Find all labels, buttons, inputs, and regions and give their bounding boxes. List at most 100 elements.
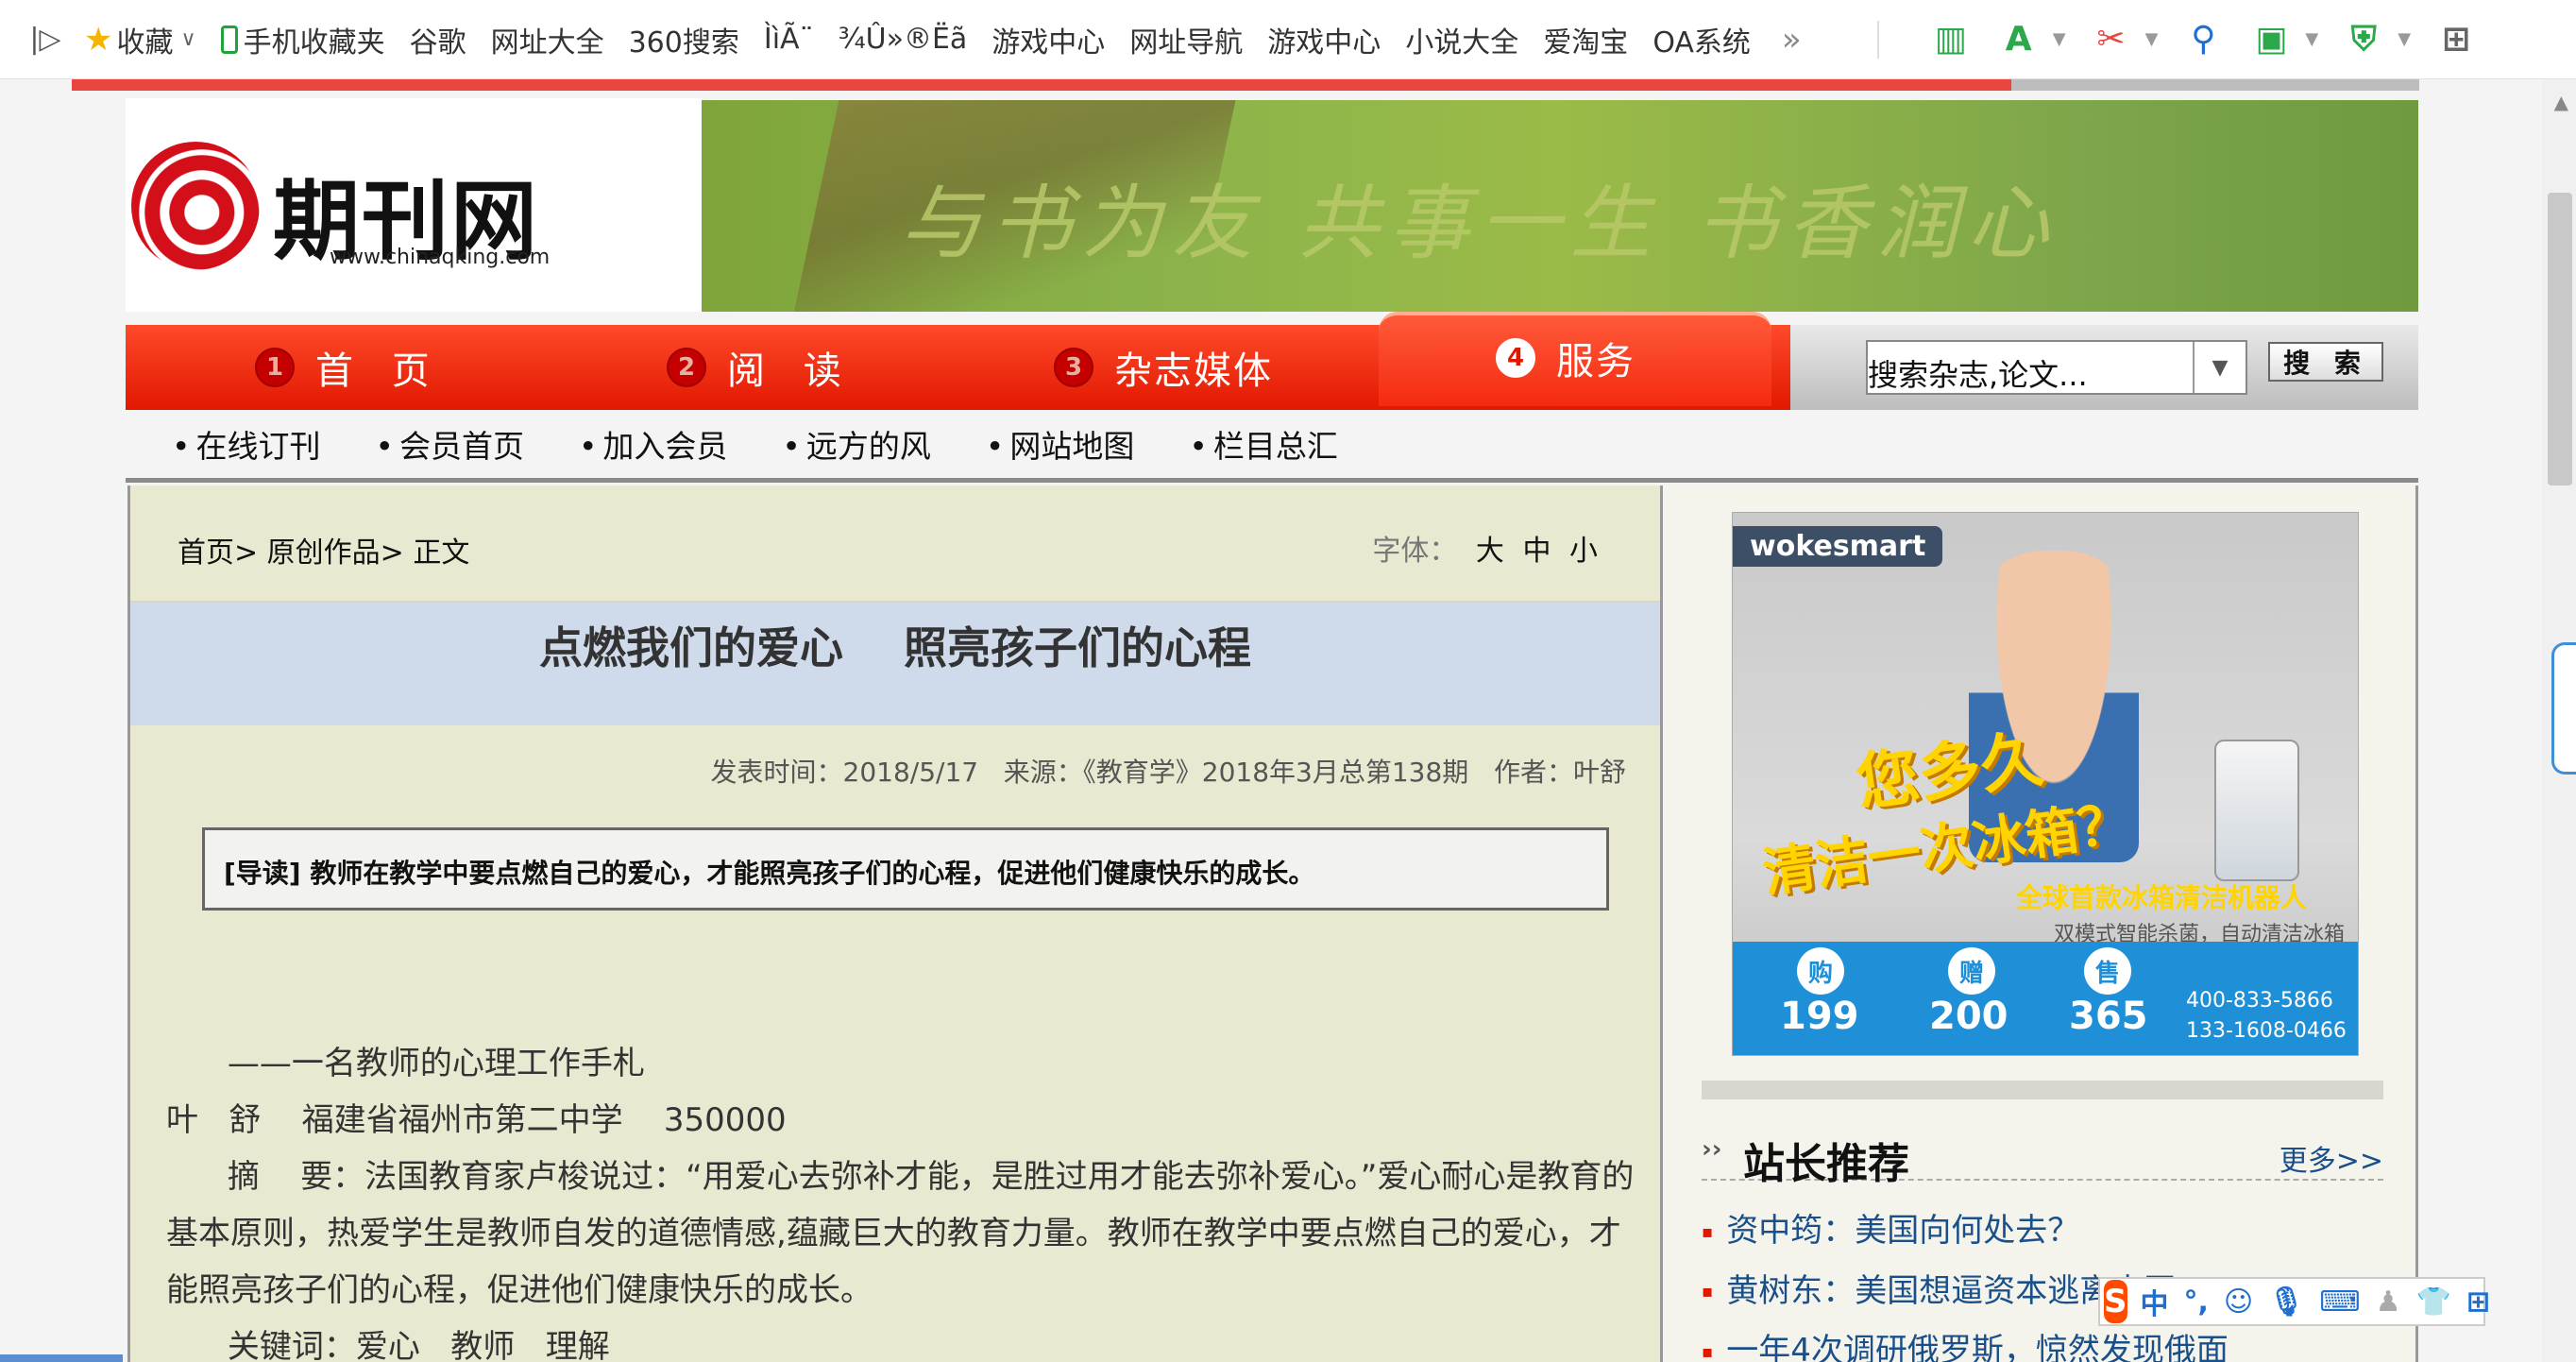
ad-badge-number: 200 bbox=[1929, 995, 2008, 1038]
emoji-icon[interactable]: ☺ bbox=[2224, 1285, 2253, 1319]
search-input[interactable]: 搜索杂志,论文... ▼ bbox=[1866, 340, 2247, 395]
page-load-progress-track bbox=[2011, 79, 2419, 91]
star-icon: ★ bbox=[84, 20, 113, 59]
sub-nav: 在线订刊 会员首页 加入会员 远方的风 网站地图 栏目总汇 bbox=[172, 421, 1393, 465]
ad-tagline: 全球首款冰箱清洁机器人 bbox=[2016, 882, 2308, 913]
logo-swirl-icon bbox=[131, 142, 260, 270]
right-sidebar: wokesmart 您多久 清洁一次冰箱？ 全球首款冰箱清洁机器人 双模式智能杀… bbox=[1666, 485, 2418, 1362]
translate-icon[interactable]: A bbox=[1998, 19, 2040, 60]
fav-item-garbled-1[interactable]: ÌìÃ¨ bbox=[752, 0, 826, 79]
taskbar-edge bbox=[0, 1354, 123, 1362]
article-lead: [导读] 教师在教学中要点燃自己的爱心，才能照亮孩子们的心程，促进他们健康快乐的… bbox=[202, 827, 1609, 911]
nav-item-service-inner: 4 服务 bbox=[1496, 315, 1635, 400]
service-icon: 售 bbox=[2084, 947, 2131, 995]
scroll-up-icon[interactable]: ▲ bbox=[2554, 91, 2568, 113]
list-item[interactable]: 资中筠：美国向何处去？ bbox=[1702, 1201, 2383, 1262]
nav-number-badge: 4 bbox=[1496, 338, 1535, 378]
content-divider bbox=[126, 478, 2418, 483]
font-size-medium[interactable]: 中 bbox=[1522, 535, 1551, 568]
more-favorites-button[interactable]: » bbox=[1763, 21, 1821, 59]
subnav-item-member-home[interactable]: 会员首页 bbox=[375, 421, 524, 465]
chevron-down-icon[interactable]: ▼ bbox=[2053, 29, 2066, 49]
ad-brand: wokesmart bbox=[1733, 526, 1943, 567]
breadcrumb[interactable]: 首页> 原创作品> 正文 bbox=[178, 529, 469, 570]
fav-item-garbled-2[interactable]: ¾Û»®Ëã bbox=[826, 0, 980, 79]
subnav-item-columns[interactable]: 栏目总汇 bbox=[1189, 421, 1338, 465]
fav-item-google[interactable]: 谷歌 bbox=[398, 0, 479, 79]
side-dock-tab[interactable] bbox=[2551, 642, 2576, 775]
nav-item-service[interactable]: 4 服务 bbox=[1379, 312, 1771, 406]
fav-item-oa[interactable]: OA系统 bbox=[1640, 0, 1763, 79]
ime-punctuation-toggle[interactable]: °, bbox=[2184, 1285, 2209, 1319]
fav-item-360[interactable]: 360搜索 bbox=[617, 0, 752, 79]
article-paragraph: 关键词：爱心 教师 理解 bbox=[166, 1328, 610, 1362]
sogou-logo-icon[interactable]: S bbox=[2104, 1280, 2127, 1323]
fav-item-games[interactable]: 游戏中心 bbox=[979, 0, 1117, 79]
nav-number-badge: 2 bbox=[667, 348, 706, 387]
fav-item-games-2[interactable]: 游戏中心 bbox=[1255, 0, 1393, 79]
subnav-item-join[interactable]: 加入会员 bbox=[579, 421, 727, 465]
ad-phone: 133-1608-0466 bbox=[2186, 1019, 2347, 1043]
keyboard-icon[interactable]: ⌨ bbox=[2319, 1285, 2360, 1319]
font-size-label: 字体： bbox=[1372, 535, 1458, 568]
fav-item-hao[interactable]: 网址大全 bbox=[479, 0, 617, 79]
book-icon[interactable]: ▥ bbox=[1930, 19, 1972, 60]
recommend-more-link[interactable]: 更多>> bbox=[2279, 1137, 2383, 1179]
gamepad-icon[interactable]: ▣ bbox=[2250, 19, 2292, 60]
ad-robot-image bbox=[2214, 740, 2299, 881]
article-paragraph: 摘 要：法国教育家卢梭说过：“用爱心去弥补才能，是胜过用才能去弥补爱心。”爱心耐… bbox=[166, 1158, 1635, 1309]
cart-icon: 购 bbox=[1797, 947, 1844, 995]
article-meta: 发表时间：2018/5/17 来源：《教育学》2018年3月总第138期 作者：… bbox=[710, 757, 1627, 788]
search-button[interactable]: 搜 索 bbox=[2268, 342, 2383, 382]
subnav-item-subscribe[interactable]: 在线订刊 bbox=[172, 421, 320, 465]
ad-footer: 购 199 赠 200 售 365 400-833-5866 133-1608-… bbox=[1733, 942, 2358, 1055]
nav-item-home[interactable]: 1 首 页 bbox=[255, 325, 443, 410]
recommend-title: 站长推荐 bbox=[1743, 1140, 1909, 1188]
favorites-bar: |▷ ★ 收藏 ∨ 手机收藏夹 谷歌 网址大全 360搜索 ÌìÃ¨ ¾Û»®Ë… bbox=[0, 0, 2576, 79]
toolbox-grid-icon[interactable]: ⊞ bbox=[2466, 1285, 2490, 1319]
shield-icon[interactable]: ⛨ bbox=[2343, 19, 2384, 60]
chevron-down-icon[interactable]: ▼ bbox=[2305, 29, 2318, 49]
microphone-icon[interactable]: 🎙 bbox=[2268, 1285, 2304, 1319]
page-load-progress bbox=[72, 79, 2011, 91]
logo-url: www.chinaqking.com bbox=[330, 246, 551, 269]
article-panel: 首页> 原创作品> 正文 字体： 大 中 小 点燃我们的爱心 照亮孩子们的心程 … bbox=[127, 485, 1663, 1362]
skin-shirt-icon[interactable]: 👕 bbox=[2416, 1285, 2451, 1319]
chevron-down-icon[interactable]: ▼ bbox=[2145, 29, 2159, 49]
advertisement-banner[interactable]: wokesmart 您多久 清洁一次冰箱？ 全球首款冰箱清洁机器人 双模式智能杀… bbox=[1732, 512, 2359, 1056]
font-size-small[interactable]: 小 bbox=[1569, 535, 1598, 568]
sidebar-separator bbox=[1702, 1081, 2383, 1099]
nav-number-badge: 3 bbox=[1054, 348, 1093, 387]
fav-item-taobao[interactable]: 爱淘宝 bbox=[1531, 0, 1640, 79]
site-logo[interactable]: 期刊网 www.chinaqking.com bbox=[126, 98, 702, 312]
sidebar-toggle-icon[interactable]: |▷ bbox=[19, 0, 72, 79]
ime-mode-toggle[interactable]: 中 bbox=[2141, 1281, 2169, 1322]
gift-icon: 赠 bbox=[1948, 947, 1995, 995]
ad-badge-number: 199 bbox=[1780, 995, 1859, 1038]
fav-item-novels[interactable]: 小说大全 bbox=[1393, 0, 1531, 79]
nav-item-read[interactable]: 2 阅 读 bbox=[667, 325, 855, 410]
chevron-down-icon: ∨ bbox=[180, 27, 196, 51]
fav-item-favorites[interactable]: ★ 收藏 ∨ bbox=[72, 0, 209, 79]
scissors-icon[interactable]: ✂ bbox=[2091, 19, 2132, 60]
article-paragraph: ——一名教师的心理工作手札 bbox=[166, 1045, 645, 1082]
ad-badge-number: 365 bbox=[2069, 995, 2148, 1038]
scrollbar-thumb[interactable] bbox=[2548, 193, 2572, 485]
phone-icon bbox=[220, 25, 238, 54]
chevron-down-icon[interactable]: ▼ bbox=[2398, 29, 2411, 49]
fav-item-mobile[interactable]: 手机收藏夹 bbox=[209, 0, 398, 79]
banner-calligraphy: 与书为友 共事一生 书香润心 bbox=[900, 177, 2059, 271]
font-size-large[interactable]: 大 bbox=[1476, 535, 1504, 568]
user-icon[interactable]: ♟ bbox=[2376, 1285, 2401, 1319]
apps-grid-icon[interactable]: ⊞ bbox=[2435, 19, 2477, 60]
chevron-down-icon[interactable]: ▼ bbox=[2193, 342, 2246, 393]
fav-item-nav[interactable]: 网址导航 bbox=[1117, 0, 1255, 79]
subnav-item-distant-wind[interactable]: 远方的风 bbox=[782, 421, 931, 465]
ime-toolbar: S 中 °, ☺ 🎙 ⌨ ♟ 👕 ⊞ bbox=[2098, 1277, 2490, 1326]
list-item[interactable]: 一年4次调研俄罗斯，惊然发现俄面 bbox=[1702, 1321, 2383, 1362]
toolbar-separator bbox=[1876, 20, 1879, 59]
header-banner: 与书为友 共事一生 书香润心 bbox=[702, 100, 2418, 312]
nav-item-magazines[interactable]: 3 杂志媒体 bbox=[1054, 325, 1273, 410]
search-icon[interactable]: ⚲ bbox=[2182, 19, 2224, 60]
subnav-item-sitemap[interactable]: 网站地图 bbox=[986, 421, 1134, 465]
